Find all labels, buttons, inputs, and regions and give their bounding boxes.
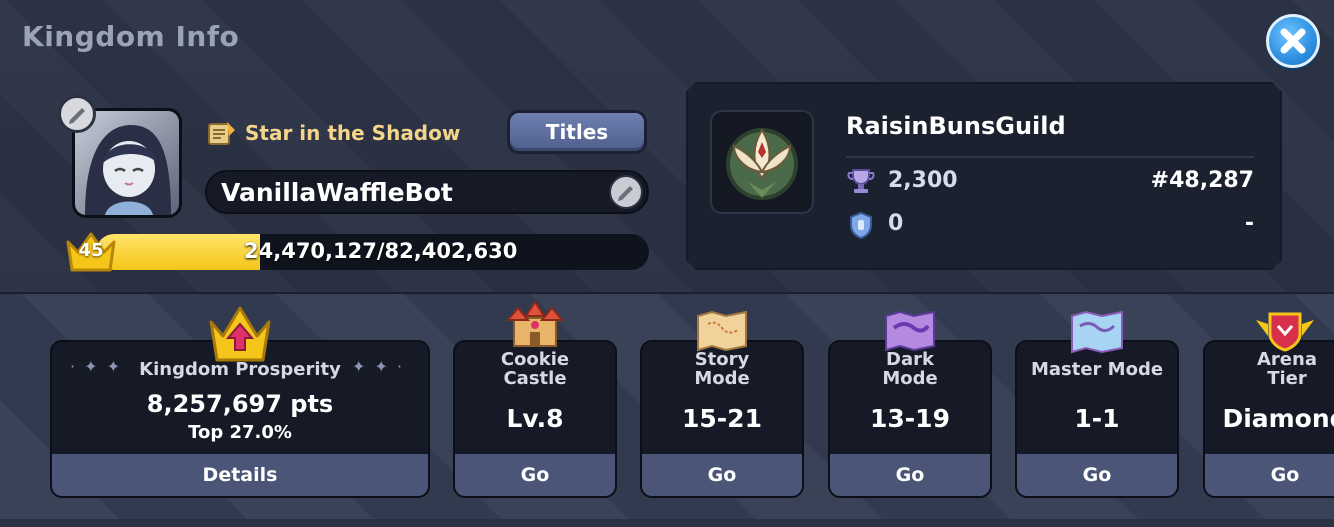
prosperity-top: Top 27.0% [188,422,292,443]
guild-trophies: 2,300 [888,168,958,193]
story-label-line2: Mode [694,368,750,389]
castle-icon [505,300,565,347]
xp-text: 24,470,127/82,402,630 [244,239,518,263]
guild-secondary-value: 0 [888,211,904,236]
story-stage: 15-21 [682,404,762,433]
master-go-button[interactable]: Go [1017,454,1177,496]
prosperity-points: 8,257,697 pts [146,390,334,418]
guild-name: RaisinBunsGuild [846,112,1066,140]
trophy-icon [847,169,875,193]
player-name: VanillaWaffleBot [221,178,453,207]
story-label-line1: Story [694,349,750,370]
dark-mode-card: Dark Mode 13-19 Go [828,340,992,498]
titles-button[interactable]: Titles [507,110,647,154]
arena-label-line1: Arena [1257,349,1317,370]
dark-label-line1: Dark [886,349,934,370]
pencil-icon [69,108,85,124]
cookie-castle-card: Cookie Castle Lv.8 Go [453,340,617,498]
story-mode-card: Story Mode 15-21 Go [640,340,804,498]
castle-go-button[interactable]: Go [455,454,615,496]
arena-shield-icon [1256,312,1314,352]
guild-rank: #48,287 [1150,168,1254,193]
arena-go-button[interactable]: Go [1205,454,1334,496]
guild-divider [846,156,1254,158]
master-label: Master Mode [1030,359,1164,380]
player-name-bar: VanillaWaffleBot [205,170,649,214]
pencil-icon [618,186,633,201]
page-title: Kingdom Info [22,20,240,53]
arena-tier: Diamond [1222,404,1334,433]
castle-label-line1: Cookie [500,349,570,370]
castle-label-line2: Castle [503,368,567,389]
guild-secondary-rank: - [1244,211,1254,236]
master-stage: 1-1 [1074,404,1120,433]
arena-tier-card: Arena Tier Diamond Go [1203,340,1334,498]
xp-bar-fill [96,234,261,270]
avatar-edit-button[interactable] [58,95,96,133]
castle-level: Lv.8 [506,404,564,433]
xp-bar: 24,470,127/82,402,630 [96,234,649,270]
arena-label-line2: Tier [1267,368,1307,389]
name-edit-button[interactable] [609,175,643,209]
guild-lily-emblem-icon [726,128,798,200]
dark-stage: 13-19 [870,404,950,433]
close-button[interactable] [1266,14,1320,68]
master-map-icon [1071,310,1123,354]
player-title: Star in the Shadow [205,116,460,150]
details-button[interactable]: Details [52,454,428,496]
close-icon [1280,28,1306,54]
story-go-button[interactable]: Go [642,454,802,496]
map-scroll-icon [697,310,747,352]
guild-emblem [710,110,814,214]
shield-trophy-icon [850,211,872,240]
master-mode-card: Master Mode 1-1 Go [1015,340,1179,498]
dark-go-button[interactable]: Go [830,454,990,496]
scroll-icon [208,122,235,145]
crown-arrow-icon [209,306,271,362]
player-title-text: Star in the Shadow [245,121,461,145]
dark-label-line2: Mode [882,368,938,389]
player-level: 45 [78,240,104,261]
dark-map-icon [885,310,935,352]
